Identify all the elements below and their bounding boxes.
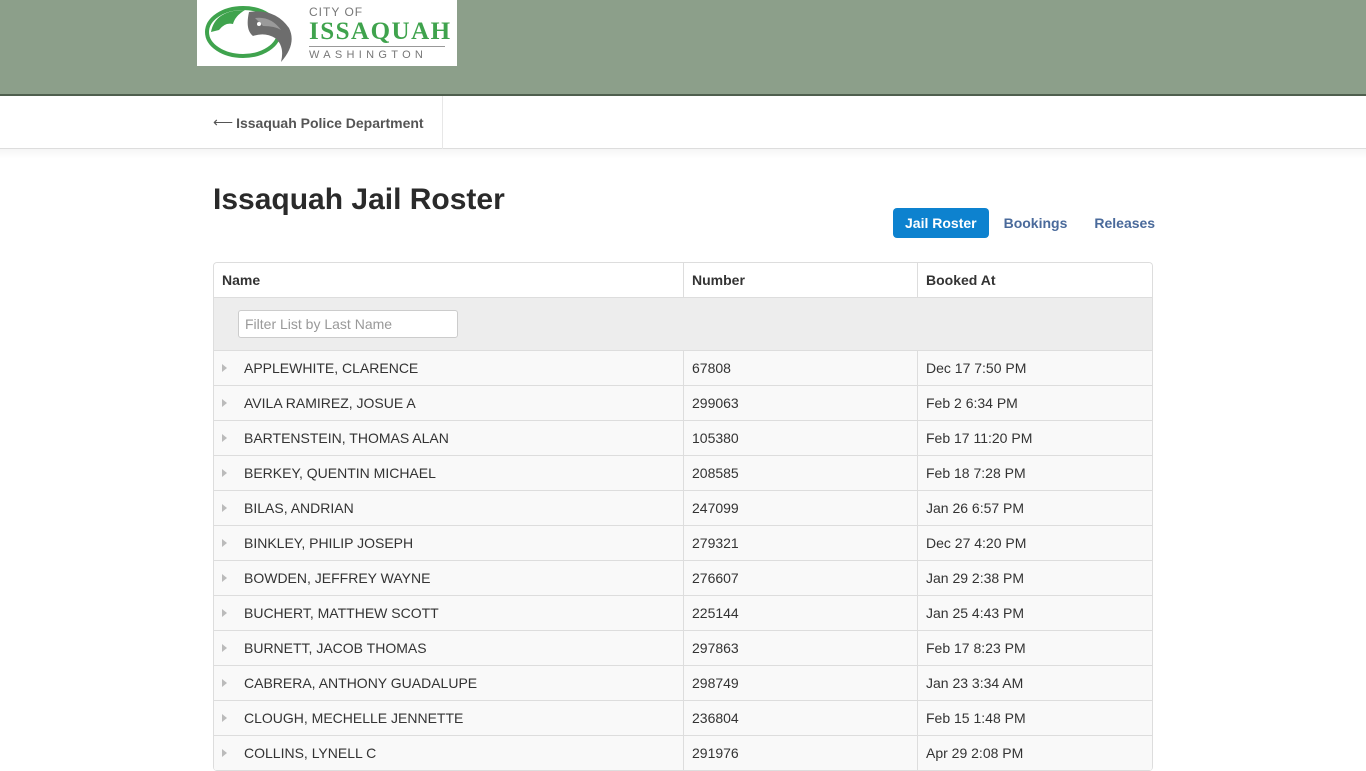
cell-booked-at: Feb 18 7:28 PM xyxy=(926,465,1026,481)
inmate-name: CLOUGH, MECHELLE JENNETTE xyxy=(244,710,464,726)
cell-booked-at: Jan 25 4:43 PM xyxy=(926,605,1025,621)
salmon-logo-icon xyxy=(205,6,292,63)
inmate-name: BOWDEN, JEFFREY WAYNE xyxy=(244,570,431,586)
city-logo[interactable]: CITY OF ISSAQUAH WASHINGTON xyxy=(197,0,457,66)
cell-name: BINKLEY, PHILIP JOSEPH xyxy=(214,526,684,560)
expand-caret-icon[interactable] xyxy=(222,679,227,687)
cell-name: BUCHERT, MATTHEW SCOTT xyxy=(214,596,684,630)
expand-caret-icon[interactable] xyxy=(222,574,227,582)
roster-table: Name Number Booked At APPLEWHITE, CLAREN… xyxy=(213,262,1153,771)
filter-row xyxy=(214,298,1152,351)
cell-booked-at: Jan 23 3:34 AM xyxy=(926,675,1024,691)
expand-caret-icon[interactable] xyxy=(222,644,227,652)
cell-booked-at: Dec 17 7:50 PM xyxy=(926,360,1027,376)
cell-number: 225144 xyxy=(684,596,918,630)
tab-releases[interactable]: Releases xyxy=(1082,208,1167,238)
cell-booked-at: Feb 17 11:20 PM xyxy=(926,430,1033,446)
logo-divider xyxy=(309,46,445,47)
cell-name: APPLEWHITE, CLARENCE xyxy=(214,351,684,385)
column-header-name[interactable]: Name xyxy=(214,263,684,297)
cell-number: 236804 xyxy=(684,701,918,735)
inmate-name: BINKLEY, PHILIP JOSEPH xyxy=(244,535,414,551)
table-row[interactable]: BERKEY, QUENTIN MICHAEL 208585 Feb 18 7:28… xyxy=(214,456,1152,491)
expand-caret-icon[interactable] xyxy=(222,539,227,547)
cell-booked-at: Feb 17 8:23 PM xyxy=(926,640,1026,656)
column-header-booked-at[interactable]: Booked At xyxy=(918,263,1152,297)
inmate-name: APPLEWHITE, CLARENCE xyxy=(244,360,419,376)
table-header: Name Number Booked At xyxy=(214,263,1152,298)
page-title: Issaquah Jail Roster xyxy=(213,183,505,216)
cell-name: CABRERA, ANTHONY GUADALUPE xyxy=(214,666,684,700)
navbar-shadow xyxy=(0,149,1366,159)
cell-name: BURNETT, JACOB THOMAS xyxy=(214,631,684,665)
cell-number: 247099 xyxy=(684,491,918,525)
table-row[interactable]: BINKLEY, PHILIP JOSEPH 279321 Dec 27 4:20 … xyxy=(214,526,1152,561)
arrow-left-icon: ⟵ xyxy=(213,114,234,130)
table-row[interactable]: BOWDEN, JEFFREY WAYNE 276607 Jan 29 2:38 P… xyxy=(214,561,1152,596)
table-row[interactable]: BILAS, ANDRIAN 247099 Jan 26 6:57 PM xyxy=(214,491,1152,526)
inmate-name: BILAS, ANDRIAN xyxy=(244,500,354,516)
expand-caret-icon[interactable] xyxy=(222,364,227,372)
table-row[interactable]: CLOUGH, MECHELLE JENNETTE 236804 Feb 15 1:… xyxy=(214,701,1152,736)
cell-name: BERKEY, QUENTIN MICHAEL xyxy=(214,456,684,490)
expand-caret-icon[interactable] xyxy=(222,399,227,407)
tab-jail-roster[interactable]: Jail Roster xyxy=(893,208,989,238)
cell-booked-at: Jan 26 6:57 PM xyxy=(926,500,1025,516)
table-row[interactable]: AVILA RAMIREZ, JOSUE A 299063 Feb 2 6:34 P… xyxy=(214,386,1152,421)
cell-booked-at: Apr 29 2:08 PM xyxy=(926,745,1024,761)
cell-number: 105380 xyxy=(684,421,918,455)
cell-name: BOWDEN, JEFFREY WAYNE xyxy=(214,561,684,595)
cell-number: 299063 xyxy=(684,386,918,420)
cell-number: 291976 xyxy=(684,736,918,770)
table-row[interactable]: APPLEWHITE, CLARENCE 67808 Dec 17 7:50 PM xyxy=(214,351,1152,386)
table-row[interactable]: BUCHERT, MATTHEW SCOTT 225144 Jan 25 4:43 … xyxy=(214,596,1152,631)
expand-caret-icon[interactable] xyxy=(222,469,227,477)
inmate-name: AVILA RAMIREZ, JOSUE A xyxy=(244,395,416,411)
inmate-name: BARTENSTEIN, THOMAS ALAN xyxy=(244,430,449,446)
navbar: ⟵ Issaquah Police Department xyxy=(0,96,1366,149)
expand-caret-icon[interactable] xyxy=(222,434,227,442)
inmate-name: BUCHERT, MATTHEW SCOTT xyxy=(244,605,439,621)
logo-text: CITY OF ISSAQUAH WASHINGTON xyxy=(309,6,452,61)
cell-number: 298749 xyxy=(684,666,918,700)
expand-caret-icon[interactable] xyxy=(222,609,227,617)
cell-name: BARTENSTEIN, THOMAS ALAN xyxy=(214,421,684,455)
cell-number: 67808 xyxy=(684,351,918,385)
expand-caret-icon[interactable] xyxy=(222,749,227,757)
logo-city-name: ISSAQUAH xyxy=(309,18,452,45)
inmate-name: BURNETT, JACOB THOMAS xyxy=(244,640,427,656)
cell-number: 208585 xyxy=(684,456,918,490)
cell-booked-at: Dec 27 4:20 PM xyxy=(926,535,1027,551)
table-row[interactable]: BURNETT, JACOB THOMAS 297863 Feb 17 8:23 P… xyxy=(214,631,1152,666)
column-header-number[interactable]: Number xyxy=(684,263,918,297)
tab-bookings[interactable]: Bookings xyxy=(992,208,1080,238)
table-row[interactable]: CABRERA, ANTHONY GUADALUPE 298749 Jan 23 3… xyxy=(214,666,1152,701)
cell-booked-at: Feb 15 1:48 PM xyxy=(926,710,1026,726)
filter-last-name-input[interactable] xyxy=(238,310,458,338)
cell-booked-at: Jan 29 2:38 PM xyxy=(926,570,1025,586)
cell-name: AVILA RAMIREZ, JOSUE A xyxy=(214,386,684,420)
roster-tabs: Jail Roster Bookings Releases xyxy=(893,208,1170,238)
inmate-name: COLLINS, LYNELL C xyxy=(244,745,377,761)
cell-name: COLLINS, LYNELL C xyxy=(214,736,684,770)
expand-caret-icon[interactable] xyxy=(222,504,227,512)
cell-name: CLOUGH, MECHELLE JENNETTE xyxy=(214,701,684,735)
expand-caret-icon[interactable] xyxy=(222,714,227,722)
back-link-label: Issaquah Police Department xyxy=(236,114,424,131)
cell-number: 297863 xyxy=(684,631,918,665)
roster-rows: APPLEWHITE, CLARENCE 67808 Dec 17 7:50 PM A… xyxy=(214,351,1152,771)
cell-name: BILAS, ANDRIAN xyxy=(214,491,684,525)
logo-state: WASHINGTON xyxy=(309,49,428,61)
logo-city-of: CITY OF xyxy=(309,5,364,19)
cell-number: 279321 xyxy=(684,526,918,560)
inmate-name: BERKEY, QUENTIN MICHAEL xyxy=(244,465,436,481)
cell-number: 276607 xyxy=(684,561,918,595)
top-banner: CITY OF ISSAQUAH WASHINGTON xyxy=(0,0,1366,96)
table-row[interactable]: BARTENSTEIN, THOMAS ALAN 105380 Feb 17 11:… xyxy=(214,421,1152,456)
table-row[interactable]: COLLINS, LYNELL C 291976 Apr 29 2:08 PM xyxy=(214,736,1152,771)
inmate-name: CABRERA, ANTHONY GUADALUPE xyxy=(244,675,478,691)
back-to-police-department-link[interactable]: ⟵ Issaquah Police Department xyxy=(213,96,443,149)
cell-booked-at: Feb 2 6:34 PM xyxy=(926,395,1018,411)
